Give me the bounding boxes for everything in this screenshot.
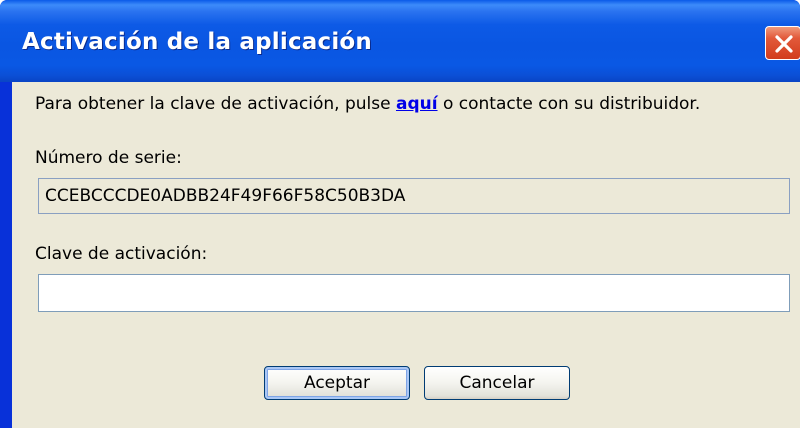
intro-prefix: Para obtener la clave de activación, pul… <box>35 94 396 114</box>
intro-text: Para obtener la clave de activación, pul… <box>35 94 700 114</box>
activation-key-label: Clave de activación: <box>35 244 208 264</box>
serial-number-field: CCEBCCCDE0ADBB24F49F66F58C50B3DA <box>38 178 790 214</box>
close-x-icon <box>775 35 793 53</box>
close-button[interactable] <box>765 26 800 60</box>
dialog-body: Para obtener la clave de activación, pul… <box>12 82 800 428</box>
title-bar[interactable]: Activación de la aplicación <box>0 0 800 82</box>
window-title: Activación de la aplicación <box>22 29 373 55</box>
accept-button[interactable]: Aceptar <box>264 366 410 400</box>
cancel-button[interactable]: Cancelar <box>424 366 570 400</box>
serial-number-label: Número de serie: <box>35 148 182 168</box>
activation-dialog: Activación de la aplicación Para obtener… <box>0 0 800 428</box>
intro-suffix: o contacte con su distribuidor. <box>437 94 701 114</box>
activation-key-input[interactable] <box>38 274 790 312</box>
get-key-link[interactable]: aquí <box>396 94 438 114</box>
